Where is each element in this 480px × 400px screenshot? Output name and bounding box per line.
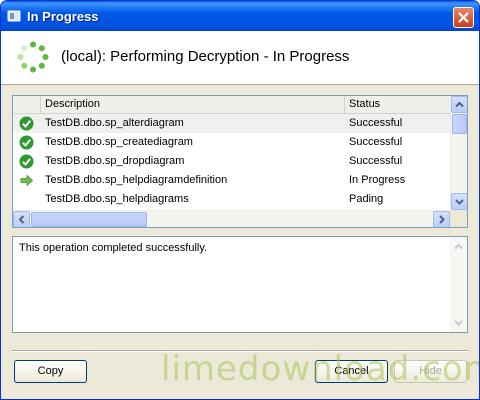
list-header: Description Status [13, 96, 450, 114]
message-box[interactable]: This operation completed successfully. [12, 236, 468, 333]
row-status: Successful [349, 155, 403, 167]
scroll-corner [450, 210, 467, 227]
column-icon-header[interactable] [13, 96, 41, 114]
column-header-description[interactable]: Description [41, 96, 345, 114]
chevron-down-icon [455, 199, 464, 205]
scroll-thumb[interactable] [31, 212, 147, 227]
hide-button[interactable]: Hide [394, 360, 467, 383]
column-header-status[interactable]: Status [345, 96, 450, 114]
result-message: This operation completed successfully. [19, 242, 208, 254]
copy-button[interactable]: Copy [14, 360, 87, 383]
operation-title: (local): Performing Decryption - In Prog… [61, 48, 350, 65]
table-row[interactable]: TestDB.dbo.sp_dropdiagram Successful [13, 152, 450, 171]
scroll-thumb[interactable] [452, 114, 467, 134]
row-description: TestDB.dbo.sp_helpdiagrams [45, 193, 189, 205]
chevron-right-icon [439, 215, 445, 224]
app-icon [7, 10, 21, 22]
check-icon [19, 116, 34, 131]
chevron-up-icon [455, 101, 464, 108]
row-status: Successful [349, 136, 403, 148]
row-description: TestDB.dbo.sp_dropdiagram [45, 155, 185, 167]
chevron-down-icon [454, 320, 463, 326]
window-title: In Progress [27, 9, 99, 24]
operation-list[interactable]: Description Status TestDB.dbo.sp_alterdi… [12, 95, 468, 228]
close-button[interactable] [453, 7, 474, 28]
title-bar[interactable]: In Progress [1, 1, 479, 31]
list-vertical-scrollbar[interactable] [450, 96, 467, 210]
cancel-button[interactable]: Cancel [315, 360, 388, 383]
chevron-up-icon [454, 243, 463, 250]
scroll-up-button[interactable] [451, 96, 467, 113]
dialog-window: In Progress (local): Performing Decrypti… [0, 0, 480, 400]
progress-spinner-icon [17, 41, 49, 73]
row-description: TestDB.dbo.sp_alterdiagram [45, 117, 184, 129]
header-panel: (local): Performing Decryption - In Prog… [1, 31, 479, 85]
table-row[interactable]: TestDB.dbo.sp_alterdiagram Successful [13, 114, 450, 133]
scroll-down-button[interactable] [451, 193, 467, 210]
row-description: TestDB.dbo.sp_helpdiagramdefinition [45, 174, 228, 186]
chevron-left-icon [18, 215, 25, 224]
check-icon [19, 135, 34, 150]
scroll-right-button[interactable] [433, 211, 450, 227]
row-status: In Progress [349, 174, 406, 186]
check-icon [19, 154, 34, 169]
message-vertical-scrollbar[interactable] [450, 237, 467, 332]
table-row[interactable]: TestDB.dbo.sp_creatediagram Successful [13, 133, 450, 152]
table-row[interactable]: TestDB.dbo.sp_helpdiagramdefinition In P… [13, 171, 450, 190]
row-status: Pading [349, 193, 384, 205]
close-icon [458, 12, 469, 23]
row-status: Successful [349, 117, 403, 129]
separator [12, 350, 468, 352]
row-description: TestDB.dbo.sp_creatediagram [45, 136, 193, 148]
table-row[interactable]: TestDB.dbo.sp_helpdiagrams Pading [13, 190, 450, 209]
scroll-left-button[interactable] [13, 211, 30, 227]
arrow-right-icon [20, 174, 34, 187]
list-horizontal-scrollbar[interactable] [13, 210, 467, 227]
